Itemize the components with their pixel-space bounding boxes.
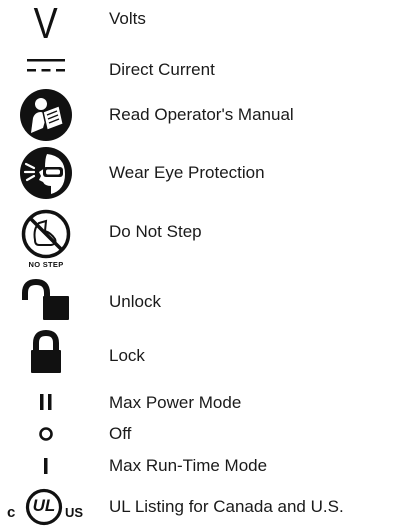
- symbol-label: Wear Eye Protection: [109, 163, 265, 182]
- symbol-label: Direct Current: [109, 60, 215, 79]
- symbol-label: Read Operator's Manual: [109, 105, 294, 124]
- no-step-text: NO STEP: [28, 260, 64, 269]
- symbol-label: UL Listing for Canada and U.S.: [109, 497, 344, 516]
- symbol-label: Off: [109, 424, 132, 443]
- unlock-icon: [0, 278, 92, 322]
- no-step-icon: NO STEP: [0, 206, 92, 272]
- ul-listing-icon: c UL US: [0, 486, 92, 528]
- symbol-label: Max Run-Time Mode: [109, 456, 268, 475]
- symbol-label: Volts: [109, 9, 146, 28]
- direct-current-icon: [0, 58, 92, 74]
- symbol-label: Lock: [109, 346, 145, 365]
- eye-protection-icon: [0, 146, 92, 200]
- symbol-label: Max Power Mode: [109, 393, 242, 412]
- ul-c-mark: c: [7, 504, 16, 521]
- max-run-time-mode-icon: [0, 455, 92, 477]
- volts-icon: V: [33, 0, 59, 48]
- lock-icon: [0, 330, 92, 374]
- ul-us-mark: US: [65, 505, 84, 520]
- read-manual-icon: [0, 88, 92, 142]
- ul-mark: UL: [32, 496, 56, 515]
- max-power-mode-icon: [0, 392, 92, 412]
- off-icon: [0, 424, 92, 444]
- symbol-label: Do Not Step: [109, 222, 202, 241]
- symbol-label: Unlock: [109, 292, 161, 311]
